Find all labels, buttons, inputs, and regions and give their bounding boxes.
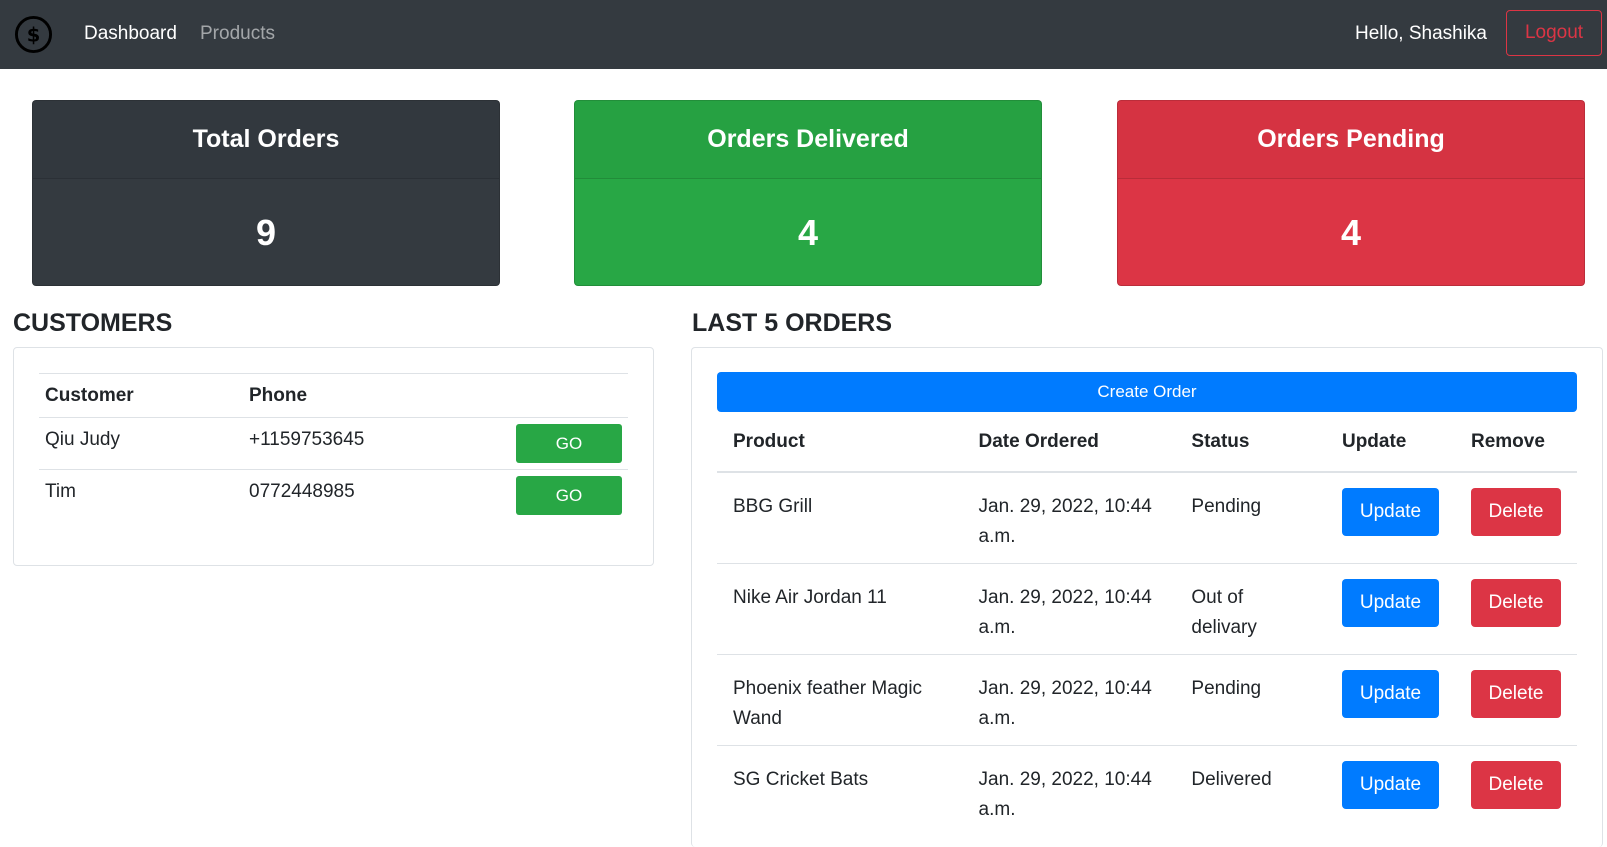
nav-link-products[interactable]: Products xyxy=(200,22,275,46)
card-value: 4 xyxy=(797,211,819,253)
card-title: Orders Pending xyxy=(1118,101,1584,179)
order-status: Delivered xyxy=(1175,744,1326,836)
update-cell: Update xyxy=(1325,653,1455,745)
order-date: Jan. 29, 2022, 10:44 a.m. xyxy=(962,744,1176,836)
go-button[interactable]: GO xyxy=(516,424,622,463)
action-cell: GO xyxy=(503,417,628,470)
column-header-remove: Remove xyxy=(1454,412,1577,473)
update-button[interactable]: Update xyxy=(1341,669,1439,718)
delete-button[interactable]: Delete xyxy=(1470,578,1561,627)
create-order-button[interactable]: Create Order xyxy=(717,372,1577,412)
update-cell: Update xyxy=(1325,562,1455,654)
customers-panel: Customer Phone Qiu Judy +1159753645 GO T… xyxy=(13,347,654,566)
order-status: Pending xyxy=(1175,653,1326,745)
svg-text:$: $ xyxy=(27,23,41,46)
orders-table: Product Date Ordered Status Update Remov… xyxy=(717,412,1577,836)
table-row: Nike Air Jordan 11 Jan. 29, 2022, 10:44 … xyxy=(717,562,1577,654)
order-date: Jan. 29, 2022, 10:44 a.m. xyxy=(962,562,1176,654)
table-row: Phoenix feather Magic Wand Jan. 29, 2022… xyxy=(717,653,1577,745)
customer-phone: +1159753645 xyxy=(243,417,503,470)
order-status: Pending xyxy=(1191,496,1262,517)
column-header-date: Date Ordered xyxy=(962,412,1176,473)
customer-phone: 0772448985 xyxy=(243,469,503,522)
nav-link-dashboard[interactable]: Dashboard xyxy=(84,22,177,46)
column-header-update: Update xyxy=(1325,412,1455,473)
card-value: 4 xyxy=(1340,211,1362,253)
order-product: BBG Grill xyxy=(733,496,813,517)
user-greeting: Hello, Shashika xyxy=(1354,23,1487,44)
customers-table: Customer Phone Qiu Judy +1159753645 GO T… xyxy=(39,373,628,522)
remove-cell: Delete xyxy=(1454,653,1577,745)
dollar-circle-icon[interactable]: $ xyxy=(14,15,53,54)
update-button[interactable]: Update xyxy=(1341,760,1439,809)
column-header-customer: Customer xyxy=(45,384,134,406)
order-date: Jan. 29, 2022, 10:44 a.m. xyxy=(962,653,1176,745)
order-product: SG Cricket Bats xyxy=(717,744,963,836)
table-row: BBG Grill Jan. 29, 2022, 10:44 a.m. Pend… xyxy=(717,472,1577,563)
order-date: Jan. 29, 2022, 10:44 a.m. xyxy=(978,496,1152,547)
go-button[interactable]: GO xyxy=(516,476,622,515)
update-cell: Update xyxy=(1326,472,1455,563)
update-button[interactable]: Update xyxy=(1341,488,1439,536)
remove-cell: Delete xyxy=(1454,744,1577,836)
table-row: SG Cricket Bats Jan. 29, 2022, 10:44 a.m… xyxy=(717,744,1577,836)
delete-button[interactable]: Delete xyxy=(1470,488,1561,536)
customers-heading: CUSTOMERS xyxy=(13,309,173,337)
table-header-row: Customer Phone xyxy=(39,374,628,418)
navbar: $ Dashboard Products Hello, Shashika Log… xyxy=(0,0,1607,69)
column-header-phone: Phone xyxy=(249,384,308,406)
orders-heading: LAST 5 ORDERS xyxy=(692,309,893,337)
column-header-product: Product xyxy=(717,412,963,473)
column-header-status: Status xyxy=(1175,412,1326,473)
total-orders-card: Total Orders 9 xyxy=(32,100,500,286)
customer-name: Qiu Judy xyxy=(39,417,243,470)
remove-cell: Delete xyxy=(1454,562,1577,654)
delete-button[interactable]: Delete xyxy=(1470,669,1561,718)
table-row: Qiu Judy +1159753645 GO xyxy=(39,417,628,470)
column-header-action xyxy=(503,374,628,418)
orders-pending-card: Orders Pending 4 xyxy=(1117,100,1585,286)
orders-panel: Create Order Product Date Ordered Status… xyxy=(691,347,1603,847)
order-product: Phoenix feather Magic Wand xyxy=(717,653,963,745)
remove-cell: Delete xyxy=(1455,472,1577,563)
table-row: Tim 0772448985 GO xyxy=(39,469,628,522)
table-header-row: Product Date Ordered Status Update Remov… xyxy=(717,412,1577,473)
delete-button[interactable]: Delete xyxy=(1470,760,1561,809)
order-status: Out of delivary xyxy=(1175,562,1326,654)
order-product: Nike Air Jordan 11 xyxy=(717,562,963,654)
orders-delivered-card: Orders Delivered 4 xyxy=(574,100,1042,286)
customer-name: Tim xyxy=(39,469,243,522)
card-title: Orders Delivered xyxy=(575,101,1041,179)
update-cell: Update xyxy=(1325,744,1455,836)
card-title: Total Orders xyxy=(33,101,499,179)
card-value: 9 xyxy=(255,211,277,253)
logout-button[interactable]: Logout xyxy=(1506,10,1602,56)
update-button[interactable]: Update xyxy=(1341,578,1439,627)
action-cell: GO xyxy=(503,469,628,522)
